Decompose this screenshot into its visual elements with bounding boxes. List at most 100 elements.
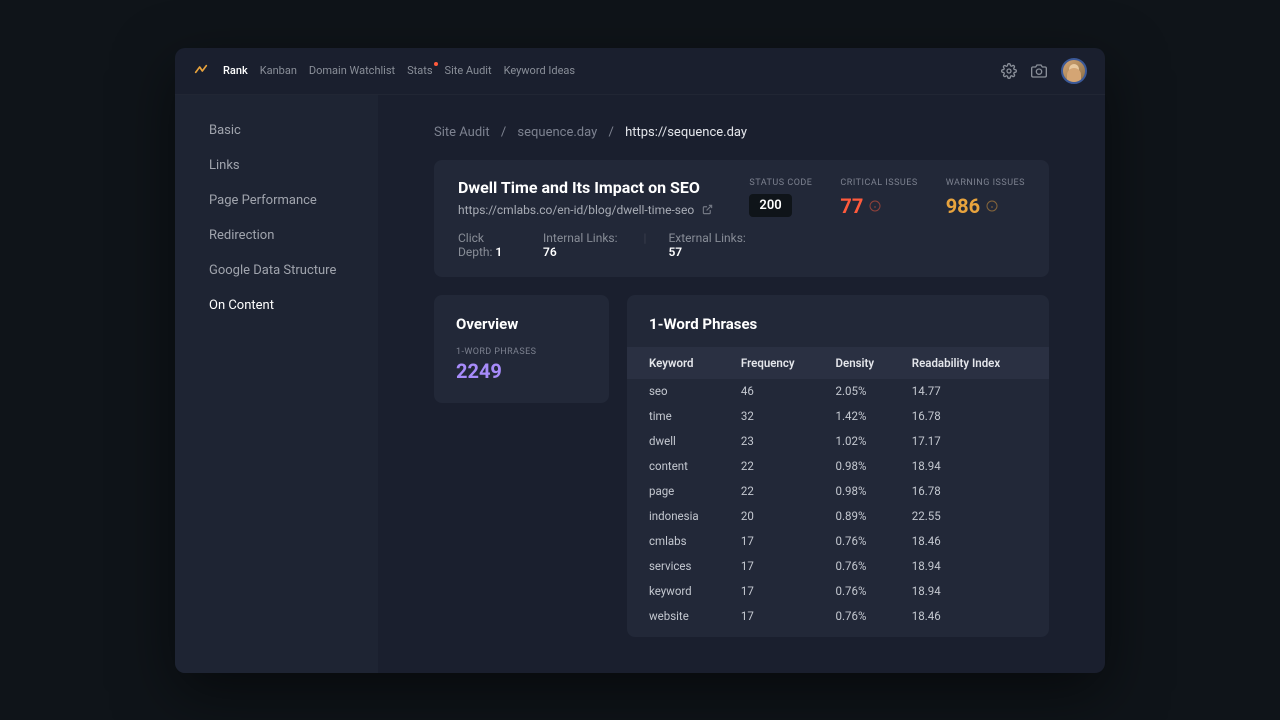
cell: time <box>627 404 729 429</box>
cell: 18.46 <box>900 529 1049 554</box>
cell: 0.76% <box>824 579 900 604</box>
col-readability-index[interactable]: Readability Index <box>900 347 1049 379</box>
overview-card: Overview 1-WORD PHRASES 2249 <box>434 295 609 403</box>
page-url[interactable]: https://cmlabs.co/en-id/blog/dwell-time-… <box>458 203 749 217</box>
cell: content <box>627 454 729 479</box>
cell: 0.98% <box>824 479 900 504</box>
cell: 17.17 <box>900 429 1049 454</box>
page-title: Dwell Time and Its Impact on SEO <box>458 178 749 197</box>
cell: 1.42% <box>824 404 900 429</box>
overview-value: 2249 <box>456 359 587 383</box>
critical-issues-metric: CRITICAL ISSUES 77 <box>840 178 917 218</box>
cell: 17 <box>729 529 824 554</box>
phrases-card: 1-Word Phrases KeywordFrequencyDensityRe… <box>627 295 1049 637</box>
cell: 0.76% <box>824 529 900 554</box>
body: BasicLinksPage PerformanceRedirectionGoo… <box>175 95 1105 673</box>
cell: 17 <box>729 604 824 629</box>
cell: 17 <box>729 579 824 604</box>
cell: keyword <box>627 579 729 604</box>
click-depth-value: 1 <box>495 245 502 259</box>
info-icon[interactable] <box>986 200 998 212</box>
info-icon[interactable] <box>869 200 881 212</box>
cell: 14.77 <box>900 379 1049 404</box>
external-links-label: External Links: <box>668 231 745 245</box>
cell: 22 <box>729 454 824 479</box>
nav-link-site-audit[interactable]: Site Audit <box>445 64 492 77</box>
critical-issues-label: CRITICAL ISSUES <box>840 178 917 188</box>
critical-issues-value: 77 <box>840 194 863 218</box>
click-depth-label: Click Depth: <box>458 231 492 259</box>
page-stats: Click Depth: 1 Internal Links: 76 | Exte… <box>458 231 749 259</box>
cell: 46 <box>729 379 824 404</box>
cell: 32 <box>729 404 824 429</box>
sidebar-item-redirection[interactable]: Redirection <box>175 218 378 253</box>
cell: 0.89% <box>824 504 900 529</box>
camera-icon[interactable] <box>1031 63 1047 79</box>
table-row: indonesia200.89%22.55 <box>627 504 1049 529</box>
col-keyword[interactable]: Keyword <box>627 347 729 379</box>
table-row: keyword170.76%18.94 <box>627 579 1049 604</box>
internal-links-label: Internal Links: <box>543 231 617 245</box>
page-url-text: https://cmlabs.co/en-id/blog/dwell-time-… <box>458 203 694 217</box>
overview-sublabel: 1-WORD PHRASES <box>456 347 587 357</box>
internal-links-value: 76 <box>543 245 557 259</box>
sidebar-item-on-content[interactable]: On Content <box>175 288 378 323</box>
cell: cmlabs <box>627 529 729 554</box>
cell: 20 <box>729 504 824 529</box>
nav-link-kanban[interactable]: Kanban <box>260 64 297 77</box>
table-row: services170.76%18.94 <box>627 554 1049 579</box>
breadcrumb-part[interactable]: Site Audit <box>434 125 490 140</box>
status-code-value: 200 <box>749 194 791 217</box>
status-code-metric: STATUS CODE 200 <box>749 178 812 217</box>
warning-issues-value: 986 <box>946 194 980 218</box>
warning-issues-label: WARNING ISSUES <box>946 178 1025 188</box>
sidebar-item-basic[interactable]: Basic <box>175 113 378 148</box>
table-row: cmlabs170.76%18.46 <box>627 529 1049 554</box>
cell: 22 <box>729 479 824 504</box>
content: Overview 1-WORD PHRASES 2249 1-Word Phra… <box>434 295 1049 637</box>
topbar: Rank Kanban Domain Watchlist Stats Site Audi… <box>175 48 1105 95</box>
nav-link-domain-watchlist[interactable]: Domain Watchlist <box>309 64 395 77</box>
table-row: content220.98%18.94 <box>627 454 1049 479</box>
cell: 22.55 <box>900 504 1049 529</box>
col-frequency[interactable]: Frequency <box>729 347 824 379</box>
cell: 16.78 <box>900 479 1049 504</box>
page-header-card: Dwell Time and Its Impact on SEO https:/… <box>434 160 1049 277</box>
nav-link-keyword-ideas[interactable]: Keyword Ideas <box>504 64 576 77</box>
sidebar-item-page-performance[interactable]: Page Performance <box>175 183 378 218</box>
avatar[interactable] <box>1061 58 1087 84</box>
breadcrumb: Site Audit / sequence.day / https://sequ… <box>434 125 1049 140</box>
external-link-icon <box>702 204 713 215</box>
sidebar: BasicLinksPage PerformanceRedirectionGoo… <box>175 95 378 673</box>
breadcrumb-current: https://sequence.day <box>625 125 747 140</box>
topbar-right <box>1001 58 1087 84</box>
cell: 16.78 <box>900 404 1049 429</box>
table-row: dwell231.02%17.17 <box>627 429 1049 454</box>
sidebar-item-links[interactable]: Links <box>175 148 378 183</box>
cell: 18.46 <box>900 604 1049 629</box>
nav-link-stats[interactable]: Stats <box>407 64 432 77</box>
external-links-value: 57 <box>668 245 682 259</box>
breadcrumb-part[interactable]: sequence.day <box>517 125 597 140</box>
table-row: seo462.05%14.77 <box>627 379 1049 404</box>
cell: 17 <box>729 554 824 579</box>
logo-icon <box>193 63 209 79</box>
nav-link-rank[interactable]: Rank <box>223 64 248 77</box>
breadcrumb-sep: / <box>501 125 506 140</box>
sidebar-item-google-data-structure[interactable]: Google Data Structure <box>175 253 378 288</box>
table-row: website170.76%18.46 <box>627 604 1049 629</box>
breadcrumb-sep: / <box>608 125 613 140</box>
cell: page <box>627 479 729 504</box>
gear-icon[interactable] <box>1001 63 1017 79</box>
phrases-title: 1-Word Phrases <box>627 315 1049 333</box>
cell: 0.76% <box>824 604 900 629</box>
cell: 18.94 <box>900 554 1049 579</box>
phrases-table: KeywordFrequencyDensityReadability Index… <box>627 347 1049 629</box>
stats-separator: | <box>644 231 647 259</box>
col-density[interactable]: Density <box>824 347 900 379</box>
table-row: time321.42%16.78 <box>627 404 1049 429</box>
cell: indonesia <box>627 504 729 529</box>
warning-issues-metric: WARNING ISSUES 986 <box>946 178 1025 218</box>
cell: 2.05% <box>824 379 900 404</box>
cell: dwell <box>627 429 729 454</box>
